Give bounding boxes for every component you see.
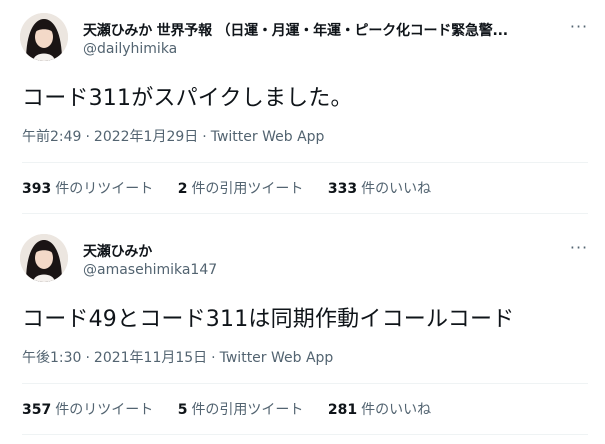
retweets-count: 357	[22, 402, 52, 418]
tweet-date[interactable]: 2021年11月15日	[94, 350, 207, 366]
meta-separator: ·	[202, 129, 207, 145]
retweets-label: 件のリツイート	[55, 402, 154, 418]
divider	[22, 383, 588, 384]
tweet-stats: 393 件のリツイート 2 件の引用ツイート 333 件のいいね	[22, 178, 451, 198]
display-name[interactable]: 天瀬ひみか 世界予報 （日運・月運・年運・ピーク化コード緊急警...	[83, 20, 508, 40]
likes-label: 件のいいね	[361, 181, 432, 197]
tweet-time[interactable]: 午後1:30	[22, 350, 81, 366]
avatar-portrait-icon	[20, 13, 68, 61]
display-name[interactable]: 天瀬ひみか	[83, 241, 152, 261]
quotes-label: 件の引用ツイート	[191, 402, 304, 418]
likes-count: 281	[327, 402, 358, 418]
tweet-stats: 357 件のリツイート 5 件の引用ツイート 281 件のいいね	[22, 399, 451, 419]
meta-separator: ·	[211, 350, 216, 366]
user-handle[interactable]: @dailyhimika	[83, 41, 177, 57]
tweet-metadata: 午前2:49 · 2022年1月29日 · Twitter Web App	[22, 126, 324, 146]
quotes-count: 2	[177, 181, 188, 197]
meta-separator: ·	[85, 129, 90, 145]
likes-stat[interactable]: 281 件のいいね	[328, 399, 431, 419]
tweet-time[interactable]: 午前2:49	[22, 129, 81, 145]
retweets-count: 393	[22, 181, 52, 197]
divider	[22, 213, 588, 214]
more-horizontal-icon[interactable]: ···	[567, 238, 591, 258]
tweet-source[interactable]: Twitter Web App	[211, 129, 325, 145]
more-horizontal-icon[interactable]: ···	[567, 17, 591, 37]
tweet-date[interactable]: 2022年1月29日	[94, 129, 198, 145]
likes-count: 333	[327, 181, 358, 197]
user-handle[interactable]: @amasehimika147	[83, 262, 217, 278]
likes-stat[interactable]: 333 件のいいね	[328, 178, 431, 198]
quote-tweets-stat[interactable]: 2 件の引用ツイート	[178, 178, 304, 198]
avatar[interactable]	[20, 13, 68, 61]
tweet-text: コード311がスパイクしました。	[22, 86, 353, 111]
quote-tweets-stat[interactable]: 5 件の引用ツイート	[178, 399, 304, 419]
tweet-source[interactable]: Twitter Web App	[220, 350, 334, 366]
retweets-stat[interactable]: 393 件のリツイート	[22, 178, 153, 198]
tweet-metadata: 午後1:30 · 2021年11月15日 · Twitter Web App	[22, 347, 333, 367]
avatar[interactable]	[20, 234, 68, 282]
tweet-text: コード49とコード311は同期作動イコールコード	[22, 307, 515, 332]
divider	[22, 434, 588, 435]
quotes-label: 件の引用ツイート	[191, 181, 304, 197]
divider	[22, 162, 588, 163]
likes-label: 件のいいね	[361, 402, 432, 418]
avatar-portrait-icon	[20, 234, 68, 282]
retweets-label: 件のリツイート	[55, 181, 154, 197]
meta-separator: ·	[85, 350, 90, 366]
retweets-stat[interactable]: 357 件のリツイート	[22, 399, 153, 419]
quotes-count: 5	[177, 402, 188, 418]
